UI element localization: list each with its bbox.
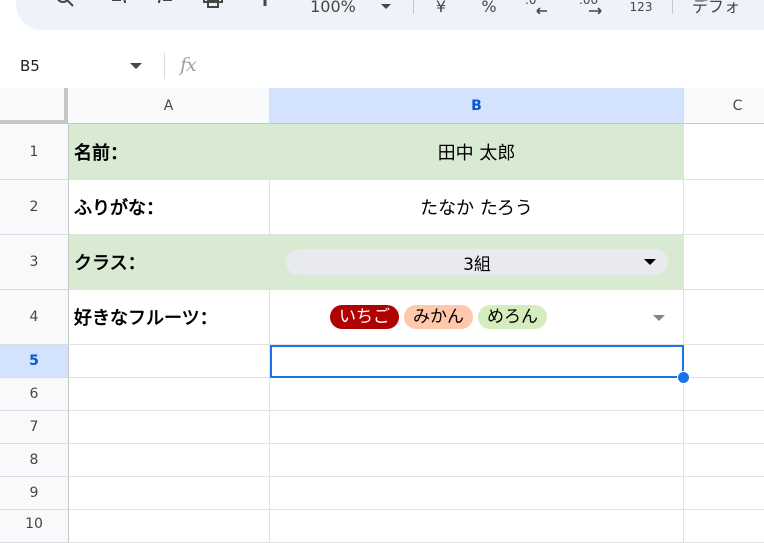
- cell-b10[interactable]: [270, 510, 684, 543]
- spreadsheet-grid: A B C 1 2 3 4 5 6 7 8 9 10 名前： 田中 太郎 ふりが…: [0, 88, 764, 543]
- cell-c5[interactable]: [684, 345, 764, 378]
- toolbar: 100% ¥ % .0 .00 123 デフォ: [0, 0, 764, 42]
- search-icon: [57, 0, 74, 7]
- formula-input[interactable]: [220, 52, 760, 80]
- select-all-corner[interactable]: [0, 88, 68, 124]
- font-select[interactable]: デフォ: [692, 0, 764, 14]
- undo-button[interactable]: [108, 0, 130, 14]
- more-formats-button[interactable]: 123: [626, 0, 656, 14]
- function-icon: fx: [180, 54, 197, 76]
- chevron-down-icon[interactable]: [653, 315, 665, 321]
- toolbar-divider: [672, 0, 673, 14]
- chevron-down-icon: [381, 4, 391, 9]
- row-header-3[interactable]: 3: [0, 235, 69, 290]
- chevron-down-icon[interactable]: [644, 259, 656, 265]
- chip-melon[interactable]: めろん: [478, 305, 547, 329]
- fruit-chips: いちご みかん めろん: [330, 305, 547, 329]
- cell-c4[interactable]: [684, 290, 764, 345]
- svg-text:.0: .0: [525, 0, 536, 7]
- cell-c8[interactable]: [684, 444, 764, 477]
- class-dropdown-chip[interactable]: 3組: [286, 249, 668, 275]
- zoom-select[interactable]: 100%: [300, 0, 366, 14]
- cell-b2[interactable]: たなか たろう: [270, 180, 684, 235]
- svg-text:.00: .00: [579, 0, 598, 7]
- cell-c7[interactable]: [684, 411, 764, 444]
- row-header-2[interactable]: 2: [0, 180, 69, 235]
- cell-a7[interactable]: [69, 411, 270, 444]
- cell-a10[interactable]: [69, 510, 270, 543]
- cell-a4[interactable]: 好きなフルーツ：: [69, 290, 270, 345]
- percent-format-button[interactable]: %: [480, 0, 498, 14]
- percent-icon: %: [481, 0, 497, 14]
- formula-bar: B5 fx: [0, 44, 764, 89]
- redo-icon: [158, 0, 172, 4]
- cell-b6[interactable]: [270, 378, 684, 411]
- cell-b7[interactable]: [270, 411, 684, 444]
- row-header-6[interactable]: 6: [0, 378, 69, 411]
- chip-mandarin[interactable]: みかん: [404, 305, 473, 329]
- decrease-decimal-button[interactable]: .0: [522, 0, 552, 14]
- class-dropdown-value: 3組: [463, 254, 491, 275]
- row-header-4[interactable]: 4: [0, 290, 69, 345]
- cell-reference: B5: [20, 57, 40, 75]
- fill-handle[interactable]: [677, 371, 690, 384]
- row-header-10[interactable]: 10: [0, 510, 69, 543]
- column-header-a[interactable]: A: [68, 88, 270, 124]
- decrease-decimal-icon: .0: [525, 0, 547, 14]
- toolbar-divider: [413, 0, 414, 14]
- row-header-5[interactable]: 5: [0, 345, 69, 378]
- formula-bar-divider: [164, 53, 165, 79]
- number-format-icon: 123: [629, 0, 653, 14]
- column-header-c[interactable]: C: [684, 88, 764, 124]
- cell-b4[interactable]: いちご みかん めろん: [270, 290, 684, 345]
- paint-roller-icon: [263, 0, 267, 6]
- cell-c1[interactable]: [684, 124, 764, 180]
- font-value: デフォ: [692, 0, 741, 14]
- cell-b3[interactable]: 3組: [270, 235, 684, 290]
- currency-icon: ¥: [435, 0, 447, 14]
- zoom-value: 100%: [310, 0, 356, 14]
- search-menus-button[interactable]: [54, 0, 76, 14]
- cell-a9[interactable]: [69, 477, 270, 510]
- cell-a8[interactable]: [69, 444, 270, 477]
- chip-strawberry[interactable]: いちご: [330, 305, 399, 329]
- increase-decimal-button[interactable]: .00: [576, 0, 606, 14]
- cell-a2[interactable]: ふりがな：: [69, 180, 270, 235]
- cell-c3[interactable]: [684, 235, 764, 290]
- cell-a6[interactable]: [69, 378, 270, 411]
- cell-a5[interactable]: [69, 345, 270, 378]
- cell-b9[interactable]: [270, 477, 684, 510]
- currency-format-button[interactable]: ¥: [432, 0, 450, 14]
- row-header-1[interactable]: 1: [0, 124, 69, 180]
- redo-button[interactable]: [154, 0, 176, 14]
- cell-c10[interactable]: [684, 510, 764, 543]
- row-header-9[interactable]: 9: [0, 477, 69, 510]
- row-header-7[interactable]: 7: [0, 411, 69, 444]
- paint-format-button[interactable]: [256, 0, 274, 14]
- cell-c9[interactable]: [684, 477, 764, 510]
- print-icon: [203, 0, 223, 8]
- zoom-dropdown-button[interactable]: [378, 0, 394, 14]
- cell-b8[interactable]: [270, 444, 684, 477]
- cell-c6[interactable]: [684, 378, 764, 411]
- row-header-8[interactable]: 8: [0, 444, 69, 477]
- print-button[interactable]: [200, 0, 226, 14]
- column-header-b[interactable]: B: [270, 88, 684, 124]
- cell-a1[interactable]: 名前：: [69, 124, 270, 180]
- cell-a3[interactable]: クラス：: [69, 235, 270, 290]
- cell-c2[interactable]: [684, 180, 764, 235]
- undo-icon: [112, 0, 126, 4]
- increase-decimal-icon: .00: [579, 0, 602, 14]
- cell-b5[interactable]: [270, 345, 684, 378]
- cell-b1[interactable]: 田中 太郎: [270, 124, 684, 180]
- chevron-down-icon[interactable]: [130, 63, 142, 69]
